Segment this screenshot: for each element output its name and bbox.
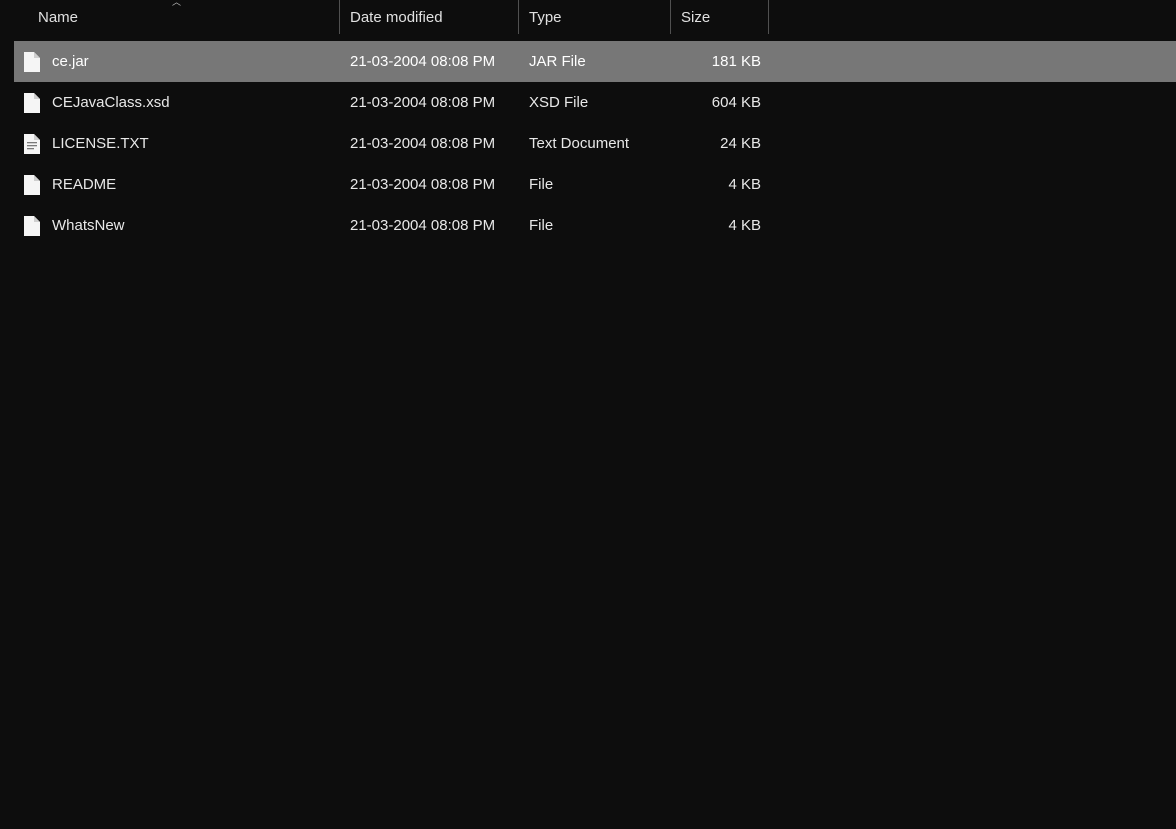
file-type: JAR File (529, 53, 586, 70)
file-row[interactable]: ce.jar 21-03-2004 08:08 PM JAR File 181 KB (14, 41, 1176, 82)
file-name-cell: CEJavaClass.xsd (14, 82, 340, 123)
file-date: 21-03-2004 08:08 PM (350, 94, 495, 111)
file-rows: ce.jar 21-03-2004 08:08 PM JAR File 181 KB C… (14, 41, 1176, 246)
file-name: README (52, 176, 116, 193)
sort-ascending-icon: ︿ (172, 0, 181, 7)
file-size-cell: 604 KB (671, 82, 769, 123)
file-name: LICENSE.TXT (52, 135, 149, 152)
file-size: 4 KB (728, 217, 761, 234)
file-name-cell: README (14, 164, 340, 205)
column-header-type-label: Type (529, 9, 562, 26)
file-row[interactable]: WhatsNew 21-03-2004 08:08 PM File 4 KB (14, 205, 1176, 246)
file-name: WhatsNew (52, 217, 125, 234)
file-date-cell: 21-03-2004 08:08 PM (340, 41, 519, 82)
column-header-type[interactable]: Type (519, 0, 671, 34)
file-date: 21-03-2004 08:08 PM (350, 176, 495, 193)
file-date: 21-03-2004 08:08 PM (350, 135, 495, 152)
file-size: 24 KB (720, 135, 761, 152)
file-size-cell: 4 KB (671, 164, 769, 205)
file-date-cell: 21-03-2004 08:08 PM (340, 82, 519, 123)
file-type: File (529, 217, 553, 234)
text-file-icon (24, 134, 40, 154)
file-type-cell: Text Document (519, 123, 671, 164)
file-date: 21-03-2004 08:08 PM (350, 217, 495, 234)
file-list: ︿ Name Date modified Type Size ce.jar 21-… (14, 0, 1176, 246)
file-size-cell: 24 KB (671, 123, 769, 164)
file-icon (24, 216, 40, 236)
column-header-date-label: Date modified (350, 9, 443, 26)
file-type-cell: JAR File (519, 41, 671, 82)
file-name: ce.jar (52, 53, 89, 70)
file-type: File (529, 176, 553, 193)
file-type: XSD File (529, 94, 588, 111)
file-type-cell: XSD File (519, 82, 671, 123)
file-size: 181 KB (712, 53, 761, 70)
column-header-size-label: Size (681, 9, 710, 26)
file-icon (24, 52, 40, 72)
file-type-cell: File (519, 164, 671, 205)
file-row[interactable]: LICENSE.TXT 21-03-2004 08:08 PM Text Docum… (14, 123, 1176, 164)
file-size: 4 KB (728, 176, 761, 193)
file-name: CEJavaClass.xsd (52, 94, 170, 111)
file-date-cell: 21-03-2004 08:08 PM (340, 123, 519, 164)
file-type-cell: File (519, 205, 671, 246)
column-header-row: ︿ Name Date modified Type Size (14, 0, 1176, 34)
file-icon (24, 175, 40, 195)
file-date-cell: 21-03-2004 08:08 PM (340, 164, 519, 205)
file-name-cell: ce.jar (14, 41, 340, 82)
file-size: 604 KB (712, 94, 761, 111)
file-name-cell: WhatsNew (14, 205, 340, 246)
file-icon (24, 93, 40, 113)
file-size-cell: 181 KB (671, 41, 769, 82)
file-date: 21-03-2004 08:08 PM (350, 53, 495, 70)
file-row[interactable]: CEJavaClass.xsd 21-03-2004 08:08 PM XSD Fi… (14, 82, 1176, 123)
column-header-size[interactable]: Size (671, 0, 769, 34)
file-size-cell: 4 KB (671, 205, 769, 246)
file-date-cell: 21-03-2004 08:08 PM (340, 205, 519, 246)
file-name-cell: LICENSE.TXT (14, 123, 340, 164)
file-type: Text Document (529, 135, 629, 152)
column-header-name[interactable]: ︿ Name (14, 0, 340, 34)
column-header-name-label: Name (38, 9, 78, 26)
column-header-date[interactable]: Date modified (340, 0, 519, 34)
file-row[interactable]: README 21-03-2004 08:08 PM File 4 KB (14, 164, 1176, 205)
